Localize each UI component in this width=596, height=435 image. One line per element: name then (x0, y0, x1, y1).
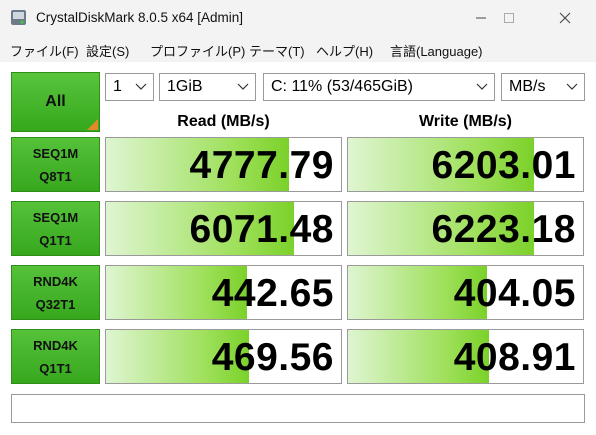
corner-triangle-icon (87, 119, 98, 130)
test-count-value: 1 (113, 78, 122, 95)
row-label-line1: RND4K (33, 337, 78, 353)
write-result-seq1m-q8t1: 6203.01 (347, 137, 584, 192)
window-title: CrystalDiskMark 8.0.5 x64 [Admin] (36, 10, 244, 25)
read-value: 469.56 (211, 336, 334, 379)
row-label-line2: Q1T1 (39, 232, 72, 248)
row-label-line1: RND4K (33, 273, 78, 289)
drive-select[interactable]: C: 11% (53/465GiB) (263, 73, 495, 101)
seq1m-q1t1-button[interactable]: SEQ1M Q1T1 (11, 201, 100, 256)
rnd4k-q32t1-button[interactable]: RND4K Q32T1 (11, 265, 100, 320)
read-result-rnd4k-q1t1: 469.56 (105, 329, 342, 384)
write-value: 6203.01 (431, 144, 576, 187)
read-value: 442.65 (211, 272, 334, 315)
all-button[interactable]: All (11, 72, 100, 132)
test-size-value: 1GiB (167, 78, 203, 95)
chevron-down-icon (237, 83, 249, 90)
write-header: Write (MB/s) (418, 113, 513, 130)
test-size-select[interactable]: 1GiB (159, 73, 256, 101)
write-result-rnd4k-q32t1: 404.05 (347, 265, 584, 320)
read-result-seq1m-q1t1: 6071.48 (105, 201, 342, 256)
crystaldiskmark-app-icon (11, 10, 26, 25)
menu-file[interactable]: ファイル(F) (10, 41, 79, 60)
seq1m-q8t1-button[interactable]: SEQ1M Q8T1 (11, 137, 100, 192)
read-result-rnd4k-q32t1: 442.65 (105, 265, 342, 320)
chevron-down-icon (135, 83, 147, 90)
test-count-select[interactable]: 1 (105, 73, 154, 101)
all-button-label: All (45, 93, 66, 110)
drive-value: C: 11% (53/465GiB) (271, 78, 413, 95)
row-label-line1: SEQ1M (32, 145, 79, 161)
unit-value: MB/s (509, 78, 546, 95)
unit-select[interactable]: MB/s (501, 73, 585, 101)
maximize-button[interactable] (486, 0, 532, 36)
close-icon (559, 12, 571, 24)
chevron-down-icon (566, 83, 578, 90)
write-value: 408.91 (453, 336, 576, 379)
row-label-line2: Q32T1 (35, 296, 76, 312)
row-label-line1: SEQ1M (32, 209, 79, 225)
write-value: 404.05 (453, 272, 576, 315)
read-value: 6071.48 (189, 208, 334, 251)
rnd4k-q1t1-button[interactable]: RND4K Q1T1 (11, 329, 100, 384)
comment-field[interactable] (11, 394, 585, 423)
read-header: Read (MB/s) (177, 113, 270, 130)
row-label-line2: Q8T1 (39, 168, 72, 184)
menu-settings[interactable]: 設定(S) (86, 41, 129, 60)
maximize-icon (504, 13, 514, 23)
close-button[interactable] (542, 0, 588, 36)
menu-bar: ファイル(F) 設定(S) プロファイル(P) テーマ(T) ヘルプ(H) 言語… (0, 36, 596, 62)
read-result-seq1m-q8t1: 4777.79 (105, 137, 342, 192)
menu-profile[interactable]: プロファイル(P) (150, 41, 245, 60)
menu-help[interactable]: ヘルプ(H) (316, 41, 373, 60)
menu-language[interactable]: 言語(Language) (390, 41, 483, 60)
menu-theme[interactable]: テーマ(T) (249, 41, 305, 60)
chevron-down-icon (476, 83, 488, 90)
row-label-line2: Q1T1 (39, 360, 72, 376)
write-result-rnd4k-q1t1: 408.91 (347, 329, 584, 384)
write-value: 6223.18 (431, 208, 576, 251)
read-value: 4777.79 (189, 144, 334, 187)
title-bar: CrystalDiskMark 8.0.5 x64 [Admin] (0, 0, 596, 36)
write-result-seq1m-q1t1: 6223.18 (347, 201, 584, 256)
